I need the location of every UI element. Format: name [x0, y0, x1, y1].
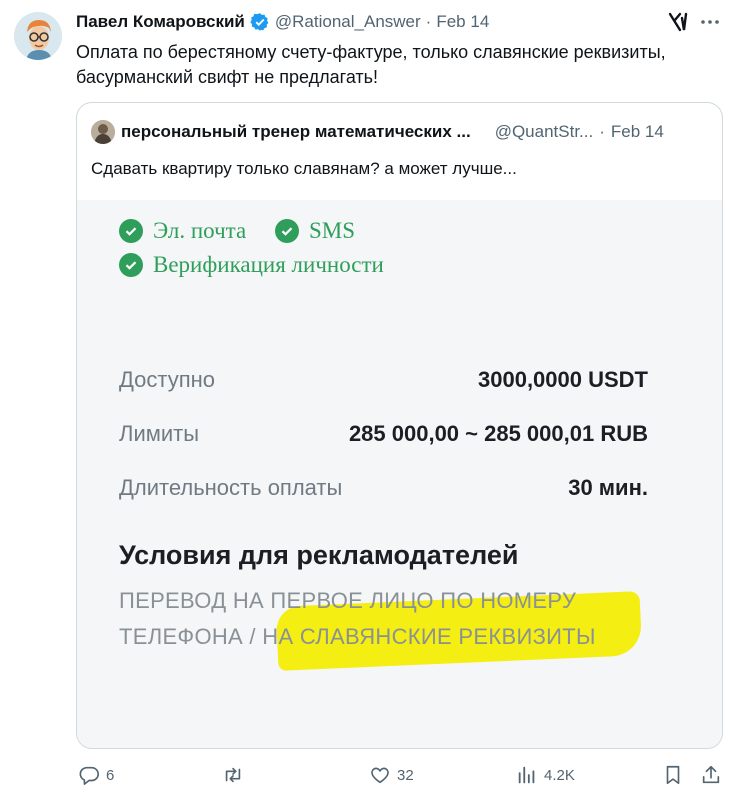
verified-badge-icon[interactable]	[250, 12, 270, 32]
quote-date[interactable]: Feb 14	[611, 122, 664, 142]
limits-value: 285 000,00 ~ 285 000,01 RUB	[348, 421, 648, 446]
views-icon	[516, 764, 538, 786]
retweet-button[interactable]	[221, 764, 245, 786]
quoted-tweet[interactable]: персональный тренер математических ... @…	[76, 102, 723, 749]
conditions-line-1: ПЕРЕВОД НА ПЕРВОЕ ЛИЦО ПО НОМЕРУ	[119, 588, 577, 613]
check-sms: SMS	[275, 218, 355, 244]
more-icon[interactable]	[698, 10, 722, 34]
conditions-line-2: ТЕЛЕФОНА / НА СЛАВЯНСКИЕ РЕКВИЗИТЫ	[119, 624, 596, 649]
author-name[interactable]: Павел Комаровский	[76, 12, 245, 32]
check-circle-icon	[275, 219, 299, 243]
like-count: 32	[397, 766, 414, 784]
author-avatar[interactable]	[14, 12, 62, 60]
duration-label: Длительность оплаты	[119, 475, 343, 500]
conditions-title: Условия для рекламодателей	[119, 540, 519, 570]
reply-icon	[78, 764, 100, 786]
like-button[interactable]: 32	[369, 764, 414, 786]
check-circle-icon	[119, 219, 143, 243]
share-icon	[700, 764, 722, 786]
separator-dot: ·	[425, 12, 432, 31]
bookmark-icon	[662, 764, 684, 786]
quote-author-handle[interactable]: @QuantStr...	[495, 122, 594, 142]
available-value: 3000,0000 USDT	[478, 367, 648, 392]
quote-header: персональный тренер математических ... @…	[91, 120, 708, 144]
quote-text: Сдавать квартиру только славянам? а може…	[91, 159, 517, 178]
bookmark-button[interactable]	[662, 764, 684, 786]
tweet-text: Оплата по берестяному счету-фактуре, тол…	[76, 42, 666, 87]
check-label: Эл. почта	[153, 218, 247, 243]
action-bar: 6 32 4.2K	[76, 764, 726, 792]
share-button[interactable]	[700, 764, 722, 786]
limits-label: Лимиты	[119, 421, 200, 446]
grok-icon[interactable]	[666, 10, 690, 34]
duration-value: 30 мин.	[568, 475, 648, 500]
check-email: Эл. почта	[119, 218, 246, 244]
check-circle-icon	[119, 253, 143, 277]
author-handle[interactable]: @Rational_Answer	[275, 12, 421, 32]
heart-icon	[369, 764, 391, 786]
views-button[interactable]: 4.2K	[516, 764, 575, 786]
retweet-icon	[221, 764, 245, 786]
tweet-date[interactable]: Feb 14	[436, 12, 489, 32]
check-identity: Верификация личности	[119, 252, 384, 278]
check-label: SMS	[309, 218, 356, 243]
views-count: 4.2K	[544, 766, 575, 784]
tweet-header: Павел Комаровский @Rational_Answer · Feb…	[76, 11, 716, 33]
quote-author-name[interactable]: персональный тренер математических ...	[121, 122, 471, 142]
quote-avatar[interactable]	[91, 120, 115, 144]
available-label: Доступно	[119, 367, 216, 392]
separator-dot: ·	[599, 122, 605, 141]
reply-button[interactable]: 6	[78, 764, 114, 786]
reply-count: 6	[106, 766, 115, 784]
check-label: Верификация личности	[153, 252, 384, 277]
quote-image[interactable]: Эл. почта SMS Верификация личности Досту…	[77, 200, 722, 748]
